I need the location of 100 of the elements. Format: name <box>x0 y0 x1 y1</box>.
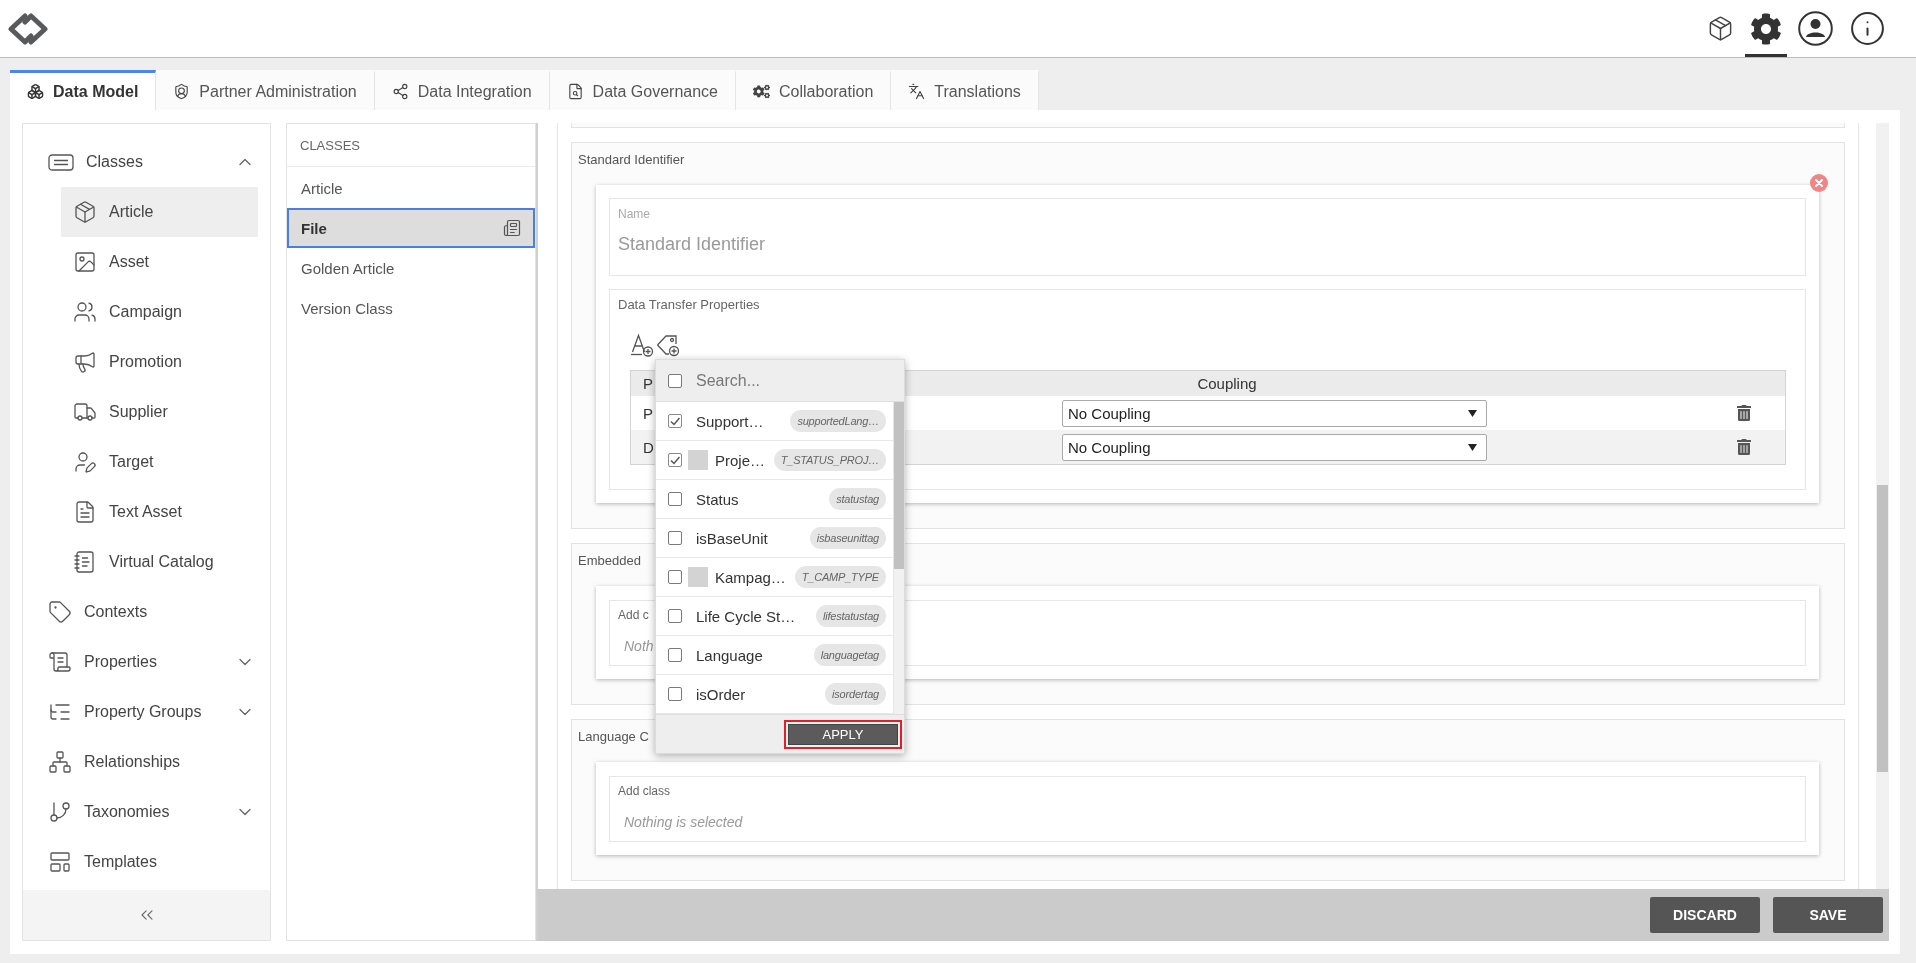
network-icon <box>48 750 72 774</box>
user-pencil-icon <box>73 450 97 474</box>
tag-chip: isordertag <box>825 683 886 705</box>
sidebar-item[interactable]: Asset <box>61 237 258 287</box>
sidebar-item[interactable]: Relationships <box>23 737 258 787</box>
close-icon[interactable] <box>1810 174 1828 192</box>
sidebar-item[interactable]: Virtual Catalog <box>61 537 258 587</box>
sidebar-item[interactable]: Properties <box>23 637 258 687</box>
scrollbar-track[interactable] <box>1876 123 1889 889</box>
tab[interactable]: Data Integration <box>374 70 550 110</box>
sidebar-item[interactable]: Templates <box>23 837 258 887</box>
sidebar-item[interactable]: Target <box>61 437 258 487</box>
field-label: Name <box>618 207 650 221</box>
logo-icon[interactable] <box>6 12 50 45</box>
document-search-icon <box>566 83 584 100</box>
checkbox[interactable] <box>668 531 682 545</box>
class-list-item[interactable]: Golden Article <box>287 248 535 288</box>
option-label[interactable]: Kampag… <box>715 568 786 586</box>
scrollbar-track[interactable] <box>893 402 904 714</box>
search-bar[interactable]: Search... <box>656 360 904 402</box>
option-label[interactable]: Life Cycle St… <box>696 607 796 625</box>
sidebar-item[interactable]: Taxonomies <box>23 787 258 837</box>
caret-icon <box>1468 409 1477 417</box>
column-header: Coupling <box>1197 375 1257 392</box>
tag-chip: supportedLang… <box>790 410 886 432</box>
option-label[interactable]: isOrder <box>696 685 746 703</box>
option-label[interactable]: Proje… <box>715 451 766 469</box>
checkbox[interactable] <box>668 609 682 623</box>
people-icon <box>73 300 97 324</box>
selection-text: Noth <box>624 637 654 655</box>
tag-chip: T_CAMP_TYPE <box>794 566 886 588</box>
settings-icon[interactable] <box>1750 12 1782 45</box>
tab[interactable]: Translations <box>891 70 1039 110</box>
select-all-checkbox[interactable] <box>668 373 682 388</box>
shield-user-icon <box>173 83 191 100</box>
coupling-select[interactable]: No Coupling <box>1062 433 1487 461</box>
caret-icon <box>1468 443 1477 451</box>
trash-icon[interactable] <box>1736 405 1752 421</box>
tag-chip: T_STATUS_PROJ… <box>773 449 886 471</box>
checkbox[interactable] <box>668 687 682 701</box>
document-icon <box>73 500 97 524</box>
tab[interactable]: Data Governance <box>549 70 736 110</box>
tab[interactable]: Partner Administration <box>156 70 375 110</box>
newspaper-icon[interactable] <box>503 219 521 237</box>
boxes-icon <box>27 83 44 100</box>
field-label: Data Transfer Properties <box>618 298 760 312</box>
info-icon[interactable] <box>1849 10 1886 47</box>
class-list-item[interactable]: File <box>287 208 535 248</box>
checkbox[interactable] <box>668 453 682 467</box>
list-header: CLASSES <box>287 124 535 167</box>
gears-icon <box>753 83 770 100</box>
sidebar-item[interactable]: Text Asset <box>61 487 258 537</box>
checkbox[interactable] <box>668 414 682 428</box>
field-label: Add class <box>618 784 671 798</box>
checkbox[interactable] <box>668 570 682 584</box>
coupling-select[interactable]: No Coupling <box>1062 399 1487 427</box>
selection-text: Nothing is selected <box>624 813 743 831</box>
scrollbar-thumb[interactable] <box>894 402 904 569</box>
sidebar-item[interactable]: Campaign <box>61 287 258 337</box>
search-field[interactable]: Search... <box>696 371 866 390</box>
option-label[interactable]: Language <box>696 646 763 664</box>
scrollbar-thumb[interactable] <box>1877 485 1888 772</box>
class-list-item[interactable]: Version Class <box>287 288 535 328</box>
tag-chip: languagetag <box>813 644 886 666</box>
tag-plus-icon[interactable] <box>656 333 680 357</box>
sidebar-item[interactable]: Contexts <box>23 587 258 637</box>
layout-icon <box>48 850 72 874</box>
class-select-field[interactable]: Add class Nothing is selected <box>609 776 1806 842</box>
checkbox[interactable] <box>668 492 682 506</box>
letter-plus-icon[interactable] <box>630 333 654 357</box>
truck-icon <box>73 400 97 424</box>
sidebar-item[interactable]: Supplier <box>61 387 258 437</box>
option-label[interactable]: isBaseUnit <box>696 529 768 547</box>
tab[interactable]: Data Model <box>10 70 157 110</box>
option-label[interactable]: Status <box>696 490 739 508</box>
translate-icon <box>908 83 926 100</box>
footer-button[interactable]: SAVE <box>1773 897 1883 933</box>
sidebar-item[interactable]: Classes <box>23 137 258 187</box>
tag-chip: isbaseunittag <box>809 527 886 549</box>
image-icon <box>73 250 97 274</box>
sidebar-item[interactable]: Article <box>61 187 258 237</box>
section-title: Language C <box>578 729 649 744</box>
checkbox[interactable] <box>668 648 682 662</box>
package-icon[interactable] <box>1707 15 1734 42</box>
apply-button[interactable]: APPLY <box>784 719 902 749</box>
footer-button[interactable]: DISCARD <box>1650 897 1760 933</box>
trash-icon[interactable] <box>1736 439 1752 455</box>
tab[interactable]: Collaboration <box>736 70 892 110</box>
sidebar-item[interactable]: Property Groups <box>23 687 258 737</box>
class-list-item[interactable]: Article <box>287 168 535 208</box>
column-header: P <box>643 375 653 392</box>
megaphone-icon <box>73 350 97 374</box>
list-card-icon <box>48 153 74 171</box>
notebook-icon <box>73 550 97 574</box>
tag-chip: statustag <box>829 488 886 510</box>
account-icon[interactable] <box>1798 11 1833 46</box>
option-label[interactable]: Support… <box>696 412 764 430</box>
sidebar-item[interactable]: Promotion <box>61 337 258 387</box>
package-icon <box>73 200 97 224</box>
section-title: Embedded <box>578 553 641 568</box>
